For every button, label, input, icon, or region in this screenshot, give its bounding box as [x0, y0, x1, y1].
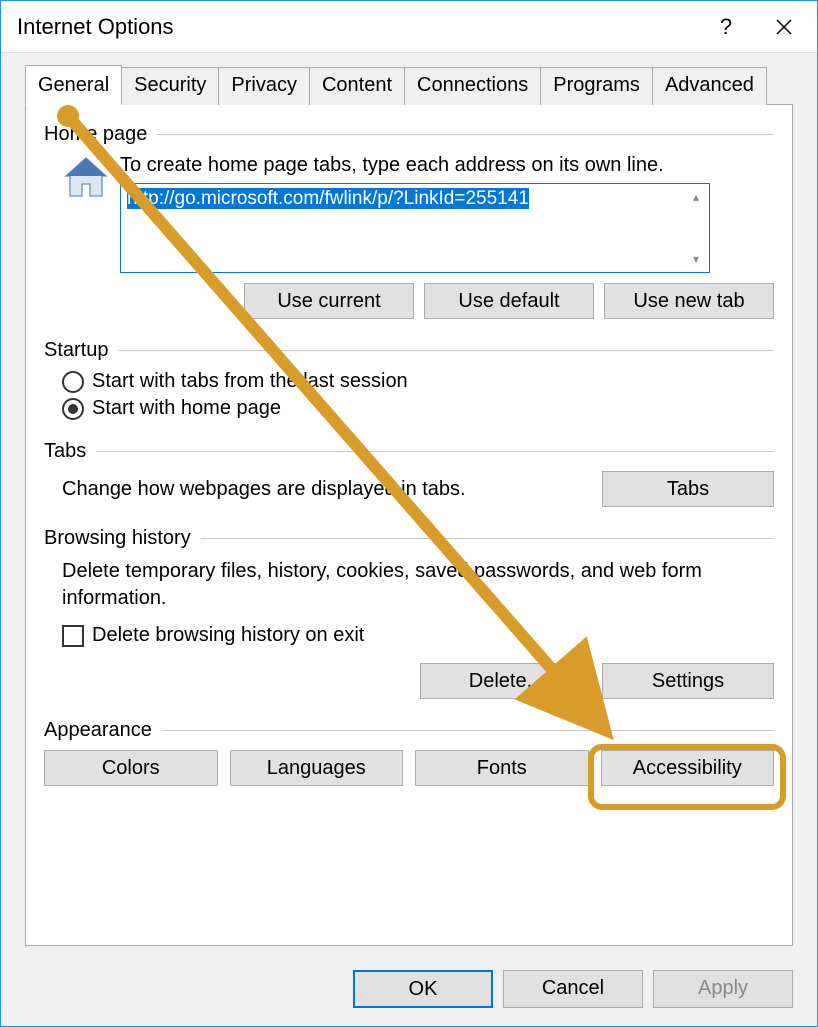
titlebar: Internet Options ? [1, 1, 817, 53]
fonts-button[interactable]: Fonts [415, 750, 589, 786]
homepage-legend: Home page [44, 123, 147, 146]
help-button[interactable]: ? [697, 6, 755, 48]
tabs-text: Change how webpages are displayed in tab… [62, 478, 582, 501]
checkbox-label: Delete browsing history on exit [92, 624, 364, 647]
home-icon [62, 154, 110, 202]
homepage-url: http://go.microsoft.com/fwlink/p/?LinkId… [127, 188, 529, 209]
radio-label: Start with tabs from the last session [92, 370, 408, 393]
startup-radio-home-page[interactable]: Start with home page [62, 397, 774, 420]
use-new-tab-button[interactable]: Use new tab [604, 283, 774, 319]
colors-button[interactable]: Colors [44, 750, 218, 786]
tabs-button[interactable]: Tabs [602, 471, 774, 507]
apply-button[interactable]: Apply [653, 970, 793, 1008]
scroll-up-icon[interactable]: ▴ [693, 190, 699, 204]
tabs-legend: Tabs [44, 440, 86, 463]
cancel-button[interactable]: Cancel [503, 970, 643, 1008]
homepage-input[interactable]: http://go.microsoft.com/fwlink/p/?LinkId… [120, 183, 710, 273]
dialog-button-row: OK Cancel Apply [353, 970, 793, 1008]
radio-icon [62, 371, 84, 393]
appearance-legend: Appearance [44, 719, 152, 742]
radio-label: Start with home page [92, 397, 281, 420]
close-button[interactable] [755, 6, 813, 48]
delete-button[interactable]: Delete... [420, 663, 592, 699]
tab-connections[interactable]: Connections [404, 67, 541, 105]
checkbox-icon [62, 625, 84, 647]
use-default-button[interactable]: Use default [424, 283, 594, 319]
tab-strip: General Security Privacy Content Connect… [25, 67, 793, 105]
history-legend: Browsing history [44, 527, 191, 550]
homepage-group: Home page To create home page tabs, type… [44, 123, 774, 319]
dialog-body: General Security Privacy Content Connect… [1, 53, 817, 1026]
tab-general[interactable]: General [25, 65, 122, 105]
delete-on-exit-checkbox[interactable]: Delete browsing history on exit [62, 624, 774, 647]
startup-radio-last-session[interactable]: Start with tabs from the last session [62, 370, 774, 393]
browsing-history-group: Browsing history Delete temporary files,… [44, 527, 774, 699]
window-title: Internet Options [17, 14, 697, 40]
tab-advanced[interactable]: Advanced [652, 67, 767, 105]
homepage-scrollbar[interactable]: ▴ ▾ [683, 184, 709, 272]
general-panel: Home page To create home page tabs, type… [25, 104, 793, 946]
homepage-instruction: To create home page tabs, type each addr… [120, 154, 774, 177]
settings-button[interactable]: Settings [602, 663, 774, 699]
tab-security[interactable]: Security [121, 67, 219, 105]
startup-legend: Startup [44, 339, 108, 362]
tabs-group: Tabs Change how webpages are displayed i… [44, 440, 774, 507]
accessibility-button[interactable]: Accessibility [601, 750, 775, 786]
use-current-button[interactable]: Use current [244, 283, 414, 319]
scroll-down-icon[interactable]: ▾ [693, 252, 699, 266]
tab-content[interactable]: Content [309, 67, 405, 105]
ok-button[interactable]: OK [353, 970, 493, 1008]
languages-button[interactable]: Languages [230, 750, 404, 786]
radio-icon [62, 398, 84, 420]
history-text: Delete temporary files, history, cookies… [62, 558, 774, 612]
tab-programs[interactable]: Programs [540, 67, 653, 105]
appearance-group: Appearance Colors Languages Fonts Access… [44, 719, 774, 786]
internet-options-window: Internet Options ? General Security Priv… [0, 0, 818, 1027]
tab-privacy[interactable]: Privacy [218, 67, 310, 105]
startup-group: Startup Start with tabs from the last se… [44, 339, 774, 420]
